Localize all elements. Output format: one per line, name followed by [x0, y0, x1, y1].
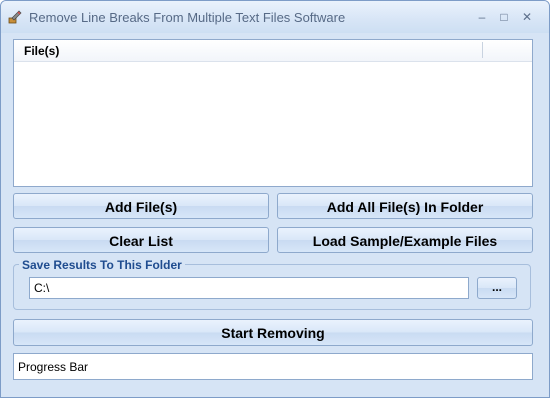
column-header-files[interactable]: File(s) — [24, 44, 59, 58]
browse-button[interactable]: ... — [477, 277, 517, 299]
output-folder-label: Save Results To This Folder — [19, 258, 185, 272]
add-files-button[interactable]: Add File(s) — [13, 193, 269, 219]
file-list-header: File(s) — [14, 40, 532, 62]
app-window: Remove Line Breaks From Multiple Text Fi… — [0, 0, 550, 398]
window-title: Remove Line Breaks From Multiple Text Fi… — [29, 10, 346, 25]
maximize-button[interactable]: □ — [493, 7, 515, 27]
load-samples-button[interactable]: Load Sample/Example Files — [277, 227, 533, 253]
minimize-button[interactable]: – — [471, 7, 493, 27]
title-bar[interactable]: Remove Line Breaks From Multiple Text Fi… — [1, 1, 549, 33]
clear-list-button[interactable]: Clear List — [13, 227, 269, 253]
progress-label: Progress Bar — [18, 360, 89, 374]
brush-icon — [8, 10, 22, 24]
column-divider[interactable] — [482, 42, 483, 58]
file-list[interactable]: File(s) — [13, 39, 533, 187]
start-removing-button[interactable]: Start Removing — [13, 319, 533, 346]
output-folder-input[interactable] — [29, 277, 469, 299]
close-button[interactable]: ✕ — [516, 7, 538, 27]
progress-bar: Progress Bar — [13, 353, 533, 380]
add-folder-button[interactable]: Add All File(s) In Folder — [277, 193, 533, 219]
